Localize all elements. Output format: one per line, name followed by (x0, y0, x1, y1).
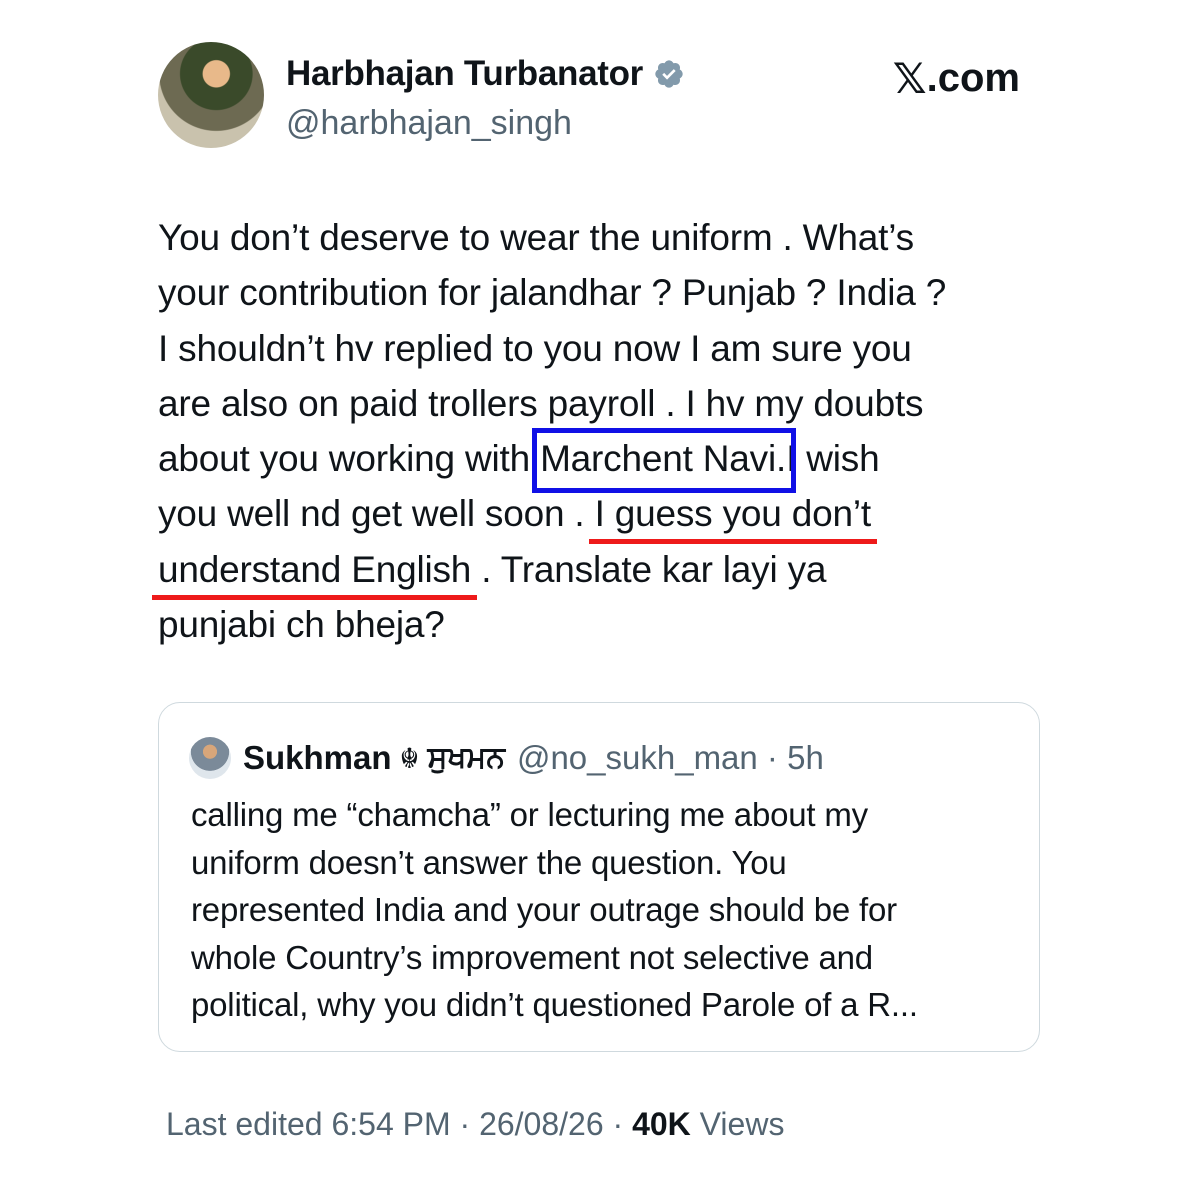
tweet-text: You don’t deserve to wear the uniform . … (158, 210, 1058, 652)
author-handle[interactable]: @harbhajan_singh (286, 104, 572, 143)
tweet-line: I shouldn’t hv replied to you now I am s… (158, 327, 912, 369)
quoted-tweet-text: calling me “chamcha” or lecturing me abo… (191, 791, 1031, 1029)
quoted-tweet-card[interactable]: Sukhman ☬ ਸੁਖਮਨ @no_sukh_man · 5h callin… (158, 702, 1040, 1052)
tweet-text-segment: . Translate kar layi ya (471, 548, 827, 590)
tweet-text-segment: you well nd get well soon . (158, 493, 595, 535)
red-underline-annotation: understand English (158, 548, 472, 590)
quoted-author-avatar[interactable] (189, 737, 231, 779)
edited-timestamp[interactable]: Last edited 6:54 PM · 26/08/26 · (166, 1106, 632, 1142)
x-logo: 𝕏 .com (893, 54, 1020, 103)
tweet-line: You don’t deserve to wear the uniform . … (158, 217, 914, 258)
khanda-icon: ☬ (399, 742, 420, 774)
tweet-line: your contribution for jalandhar ? Punjab… (158, 272, 947, 314)
views-count: 40K (632, 1106, 691, 1142)
verified-badge-icon (655, 60, 683, 88)
author-name-row: Harbhajan Turbanator (286, 54, 685, 94)
tweet-line: you well nd get well soon . I guess you … (158, 486, 1058, 541)
tweet-line: about you working with Marchent Navi.I w… (158, 431, 1058, 486)
x-logo-icon: 𝕏 (892, 54, 927, 103)
red-underline-annotation: I guess you don’t (594, 493, 872, 535)
author-avatar[interactable] (158, 42, 264, 148)
views-label: Views (690, 1106, 785, 1142)
tweet-line: are also on paid trollers payroll . I hv… (158, 382, 924, 424)
tweet-text-segment: about you working with (158, 438, 541, 480)
author-name[interactable]: Harbhajan Turbanator (286, 54, 643, 94)
tweet-line: understand English . Translate kar layi … (158, 542, 1058, 597)
quoted-tweet-header: Sukhman ☬ ਸੁਖਮਨ @no_sukh_man · 5h (189, 737, 824, 779)
tweet-meta: Last edited 6:54 PM · 26/08/26 · 40K Vie… (166, 1106, 784, 1143)
quoted-author-name-punjabi: ਸੁਖਮਨ (427, 741, 505, 774)
quoted-line: political, why you didn’t questioned Par… (191, 986, 918, 1023)
quoted-author-name[interactable]: Sukhman (243, 739, 392, 777)
tweet-text-segment: I wish (786, 438, 880, 480)
blue-highlight-box: Marchent Navi. (540, 438, 787, 480)
tweet-line: punjabi ch bheja? (158, 604, 445, 646)
tweet-header: Harbhajan Turbanator @harbhajan_singh 𝕏.… (158, 42, 1038, 152)
quoted-line: represented India and your outrage shoul… (191, 891, 897, 928)
quoted-line: uniform doesn’t answer the question. You (191, 843, 787, 881)
quoted-line: whole Country’s improvement not selectiv… (191, 938, 873, 976)
quoted-author-handle-time[interactable]: @no_sukh_man · 5h (517, 739, 824, 777)
x-logo-suffix: .com (926, 56, 1020, 100)
quoted-line: calling me “chamcha” or lecturing me abo… (191, 796, 868, 833)
